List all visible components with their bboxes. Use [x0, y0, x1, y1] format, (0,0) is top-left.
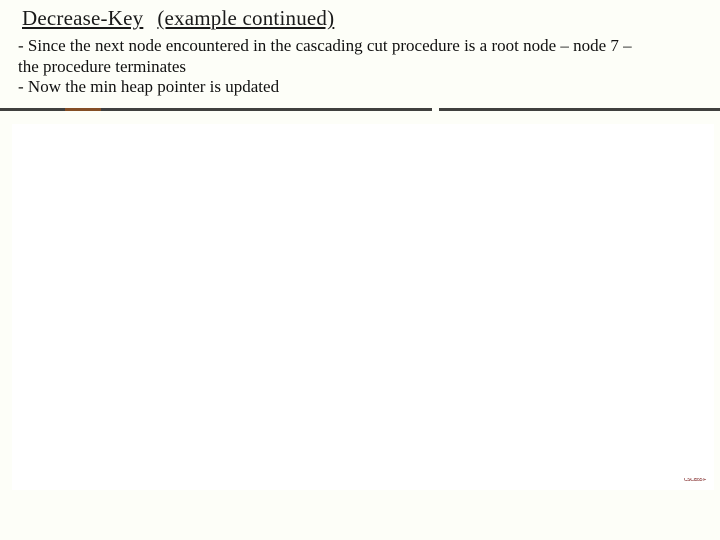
credit: CSCI555 F [684, 478, 720, 488]
content-area [12, 124, 714, 490]
slide-body: - Since the next node encountered in the… [18, 36, 706, 98]
slide-title: Decrease-Key (example continued) [22, 6, 334, 31]
slide: Decrease-Key (example continued) - Since … [0, 0, 720, 540]
divider [0, 108, 720, 114]
body-line-3: - Now the min heap pointer is updated [18, 77, 706, 98]
title-part2: (example continued) [157, 6, 334, 30]
title-part1: Decrease-Key [22, 6, 143, 30]
body-line-1: - Since the next node encountered in the… [18, 36, 706, 57]
body-line-2: the procedure terminates [18, 57, 706, 78]
